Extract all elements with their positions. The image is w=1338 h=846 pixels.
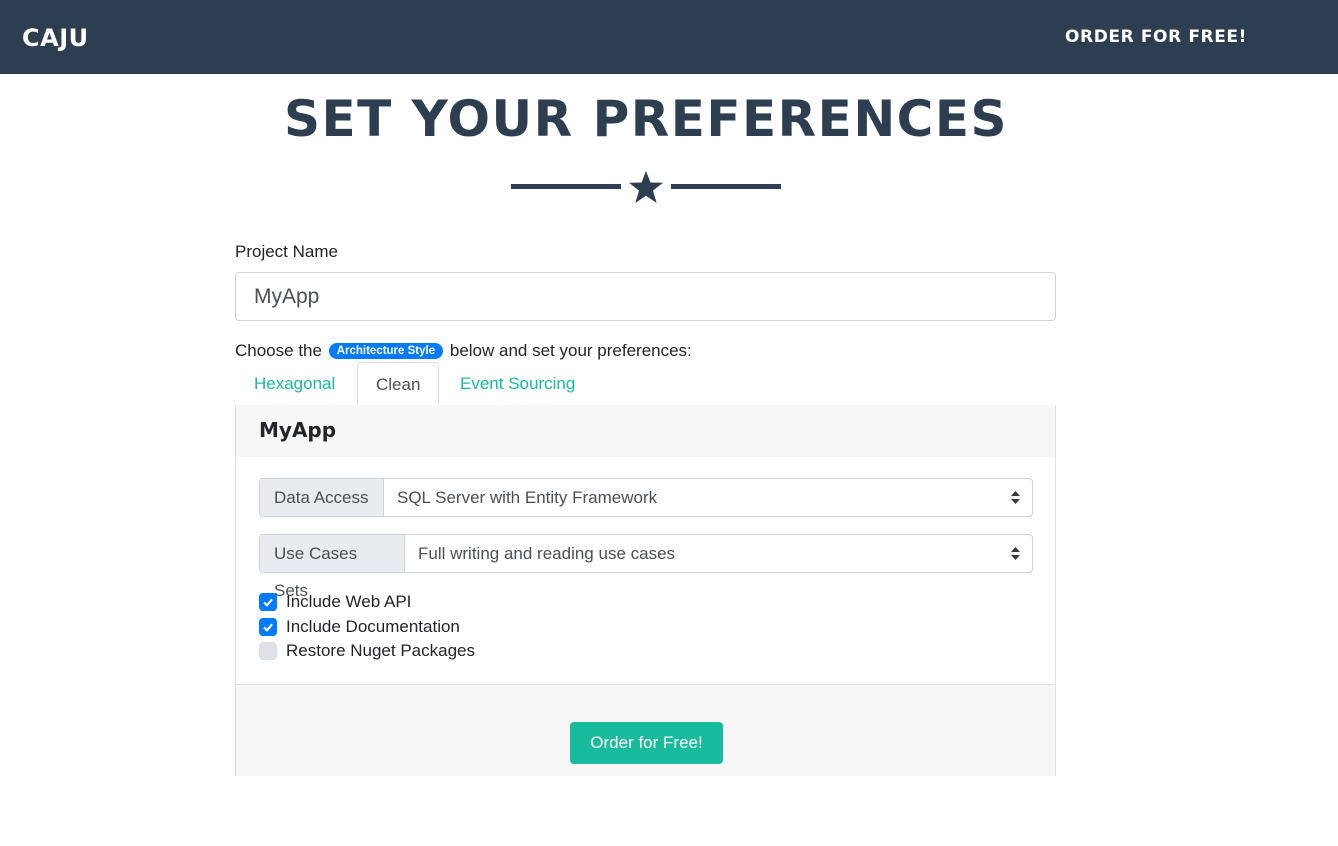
project-name-input[interactable]	[235, 272, 1056, 321]
data-access-label: Data Access	[260, 479, 384, 516]
architecture-style-badge: Architecture Style	[328, 343, 444, 359]
checkbox-label: Include Documentation	[286, 617, 460, 636]
page-title: SET YOUR PREFERENCES	[283, 90, 1009, 148]
data-access-select[interactable]: SQL Server with Entity Framework	[397, 479, 1032, 516]
card-footer: Order for Free!	[236, 684, 1055, 776]
checkbox-checked-icon[interactable]	[259, 618, 277, 636]
choose-prefix: Choose the	[235, 341, 322, 360]
data-access-group: Data Access SQL Server with Entity Frame…	[259, 478, 1033, 517]
use-cases-select[interactable]: Full writing and reading use cases	[418, 535, 1032, 572]
card-title: MyApp	[259, 418, 337, 442]
preferences-card: MyApp Data Access SQL Server with Entity…	[235, 405, 1056, 776]
star-icon	[629, 171, 663, 203]
tab-event-sourcing[interactable]: Event Sourcing	[441, 362, 594, 406]
use-cases-label: Use Cases Sets	[260, 535, 405, 600]
architecture-tabs: Hexagonal Clean Event Sourcing	[235, 362, 1056, 406]
checkbox-label: Restore Nuget Packages	[286, 641, 475, 660]
select-arrows-icon	[1011, 547, 1020, 560]
project-name-label: Project Name	[235, 242, 338, 261]
navbar: CAJU ORDER FOR FREE!	[0, 0, 1338, 74]
divider-line-left	[511, 184, 621, 189]
use-cases-group: Use Cases Sets Full writing and reading …	[259, 534, 1033, 600]
checkbox-label: Include Web API	[286, 592, 412, 611]
tab-hexagonal[interactable]: Hexagonal	[235, 362, 354, 406]
checkbox-checked-icon[interactable]	[259, 593, 277, 611]
tab-clean[interactable]: Clean	[357, 362, 440, 406]
order-for-free-button[interactable]: Order for Free!	[570, 722, 723, 764]
data-access-value: SQL Server with Entity Framework	[397, 488, 658, 507]
card-header: MyApp	[236, 405, 1055, 457]
architecture-instructions: Choose the Architecture Style below and …	[235, 341, 692, 361]
checkbox-unchecked-icon[interactable]	[259, 642, 277, 660]
select-arrows-icon	[1011, 491, 1020, 504]
divider-line-right	[671, 184, 781, 189]
use-cases-value: Full writing and reading use cases	[418, 544, 676, 563]
nav-order-link[interactable]: ORDER FOR FREE!	[1065, 27, 1247, 47]
brand-logo[interactable]: CAJU	[22, 24, 89, 52]
choose-suffix: below and set your preferences:	[449, 341, 692, 360]
